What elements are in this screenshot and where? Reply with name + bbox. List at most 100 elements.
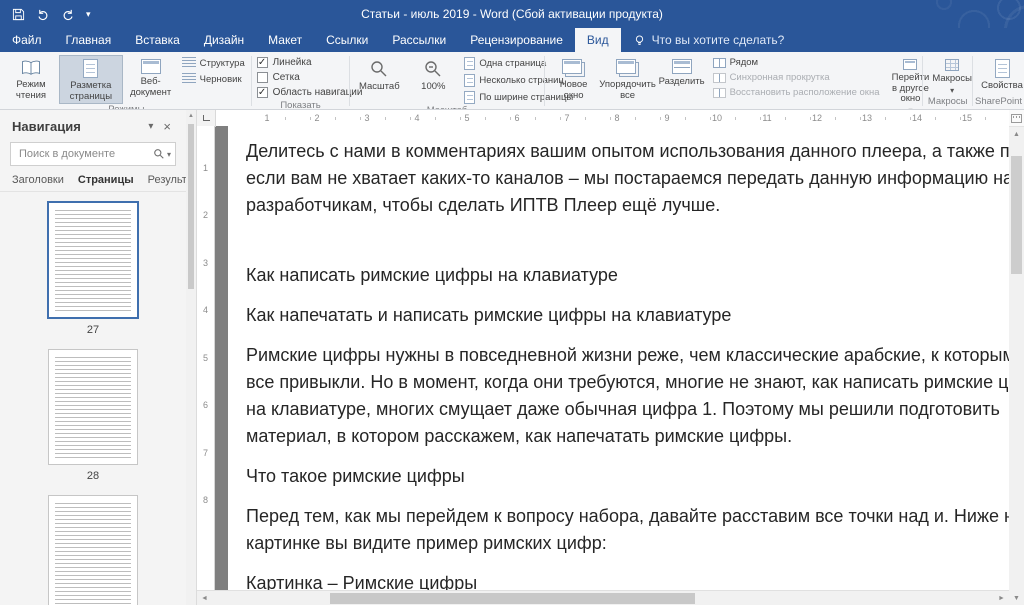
ribbon-group-modes: Режим чтения Разметка страницы Веб-докум… xyxy=(2,53,251,109)
scroll-up-icon[interactable]: ▲ xyxy=(1009,127,1024,141)
page-thumbnail-27[interactable] xyxy=(47,201,139,319)
horizontal-scrollbar-thumb[interactable] xyxy=(330,593,695,604)
group-label-sharepoint: SharePoint xyxy=(973,96,1022,109)
page-thumbnail-28[interactable] xyxy=(48,349,138,465)
horizontal-ruler: 123456789101112131415 xyxy=(197,110,1009,127)
save-icon[interactable] xyxy=(12,8,25,21)
arrange-all-button[interactable]: Упорядочить все xyxy=(602,55,654,103)
customize-qat-icon[interactable]: ▾ xyxy=(86,9,91,20)
side-by-side-button[interactable]: Рядом xyxy=(710,56,883,69)
navigation-pane-checkbox[interactable]: ✓ Область навигации xyxy=(255,85,365,100)
ribbon-group-macros: Макросы ▾ Макросы xyxy=(923,53,972,109)
draft-view-button[interactable]: Черновик xyxy=(179,72,248,86)
outline-icon xyxy=(182,57,196,69)
draft-icon xyxy=(182,73,196,85)
macros-button[interactable]: Макросы ▾ xyxy=(926,55,978,96)
nav-pane-close-icon[interactable]: × xyxy=(158,119,176,134)
paragraph: Римские цифры нужны в повседневной жизни… xyxy=(246,342,1009,450)
page-thumbnail-29[interactable] xyxy=(48,495,138,605)
document-page[interactable]: Делитесь с нами в комментариях вашим опы… xyxy=(228,126,1009,590)
checkbox-empty-icon xyxy=(257,72,268,83)
page-icon xyxy=(83,59,98,78)
ruler-numbers: 123456789101112131415 xyxy=(216,110,1009,126)
navigation-pane: Навигация ▾ × ▾ Заголовки Страницы Резул… xyxy=(0,110,187,605)
undo-icon[interactable] xyxy=(36,8,50,21)
heading-paragraph: Что такое римские цифры xyxy=(246,463,1009,490)
properties-icon xyxy=(995,59,1010,78)
page-thumbnail-list: 27 28 xyxy=(0,192,186,605)
workspace: Навигация ▾ × ▾ Заголовки Страницы Резул… xyxy=(0,110,1024,605)
ruler-checkbox[interactable]: ✓ Линейка xyxy=(255,55,314,70)
empty-paragraph xyxy=(246,232,1009,249)
web-layout-button[interactable]: Веб-документ xyxy=(125,55,177,100)
tab-design[interactable]: Дизайн xyxy=(192,28,256,52)
redo-icon[interactable] xyxy=(61,8,75,21)
document-search-box[interactable]: ▾ xyxy=(10,142,176,166)
tab-review[interactable]: Рецензирование xyxy=(458,28,575,52)
ribbon-group-window: Новое окно Упорядочить все Разделить Ряд… xyxy=(545,53,923,109)
print-layout-button[interactable]: Разметка страницы xyxy=(59,55,123,104)
ribbon-view: Режим чтения Разметка страницы Веб-докум… xyxy=(0,52,1024,110)
horizontal-scrollbar[interactable]: ◄ ► xyxy=(197,590,1009,605)
vertical-scrollbar-thumb[interactable] xyxy=(1011,156,1022,274)
book-icon xyxy=(20,59,42,77)
new-window-button[interactable]: Новое окно xyxy=(548,55,600,103)
ribbon-group-zoom: Масштаб 100% Одна страница Несколько стр… xyxy=(350,53,543,109)
ribbon-tab-row: Файл Главная Вставка Дизайн Макет Ссылки… xyxy=(0,28,1024,52)
nav-tab-results[interactable]: Результаты xyxy=(148,174,187,191)
tab-home[interactable]: Главная xyxy=(54,28,124,52)
tab-selector-button[interactable] xyxy=(197,110,216,126)
document-area: 123456789101112131415 12345678 Делитесь … xyxy=(197,110,1009,605)
tab-view[interactable]: Вид xyxy=(575,28,621,52)
vertical-scrollbar[interactable]: ▲ ▼ xyxy=(1009,110,1024,605)
new-window-icon xyxy=(562,59,582,74)
ribbon-group-show: ✓ Линейка Сетка ✓ Область навигации Пока… xyxy=(252,53,350,109)
tab-file[interactable]: Файл xyxy=(0,28,54,52)
search-input[interactable] xyxy=(17,147,153,161)
scroll-up-icon[interactable]: ▲ xyxy=(186,110,196,122)
scroll-down-icon[interactable]: ▼ xyxy=(1009,591,1024,605)
nav-pane-scrollbar[interactable]: ▲ xyxy=(186,110,197,605)
macros-icon xyxy=(945,59,959,71)
nav-scrollbar-thumb[interactable] xyxy=(188,124,194,289)
scroll-right-icon[interactable]: ► xyxy=(994,591,1009,605)
sync-scrolling-icon xyxy=(713,73,726,83)
tab-references[interactable]: Ссылки xyxy=(314,28,380,52)
properties-button[interactable]: Свойства xyxy=(976,55,1024,94)
vertical-ruler: 12345678 xyxy=(197,126,215,605)
tell-me-box[interactable]: Что вы хотите сделать? xyxy=(621,28,797,52)
gridlines-checkbox[interactable]: Сетка xyxy=(255,70,302,85)
magnifier-icon xyxy=(369,59,389,79)
scroll-left-icon[interactable]: ◄ xyxy=(197,591,212,605)
nav-tab-pages[interactable]: Страницы xyxy=(78,174,134,191)
nav-pane-menu-icon[interactable]: ▾ xyxy=(143,121,158,132)
zoom-button[interactable]: Масштаб xyxy=(353,55,405,95)
switch-windows-icon xyxy=(903,59,917,70)
tab-insert[interactable]: Вставка xyxy=(123,28,192,52)
tab-layout[interactable]: Макет xyxy=(256,28,314,52)
split-icon xyxy=(672,59,692,74)
lightbulb-icon xyxy=(633,34,646,47)
zoom-100-button[interactable]: 100% xyxy=(407,55,459,95)
outline-view-button[interactable]: Структура xyxy=(179,56,248,70)
navigation-pane-title: Навигация xyxy=(12,119,143,134)
chevron-down-icon: ▾ xyxy=(950,88,954,94)
nav-tab-headings[interactable]: Заголовки xyxy=(12,174,64,191)
sync-scrolling-button: Синхронная прокрутка xyxy=(710,71,883,84)
split-button[interactable]: Разделить xyxy=(656,55,708,90)
multiple-pages-icon xyxy=(464,74,475,87)
quick-access-toolbar: ▾ xyxy=(0,8,91,21)
reset-window-icon xyxy=(713,88,726,98)
page-width-icon xyxy=(464,91,475,104)
ribbon-group-sharepoint: Свойства SharePoint xyxy=(973,53,1022,109)
tab-mailings[interactable]: Рассылки xyxy=(380,28,458,52)
document-canvas: Делитесь с нами в комментариях вашим опы… xyxy=(216,126,1009,590)
heading-paragraph: Как напечатать и написать римские цифры … xyxy=(246,302,1009,329)
title-bar: ▾ Статьи - июль 2019 - Word (Сбой актива… xyxy=(0,0,1024,28)
search-options-icon[interactable]: ▾ xyxy=(167,150,171,159)
group-label-show: Показать xyxy=(252,100,350,110)
read-mode-button[interactable]: Режим чтения xyxy=(5,55,57,103)
navigation-tabs: Заголовки Страницы Результаты xyxy=(0,166,186,192)
side-by-side-icon xyxy=(713,58,726,68)
ruler-toggle-button[interactable] xyxy=(1009,110,1024,127)
